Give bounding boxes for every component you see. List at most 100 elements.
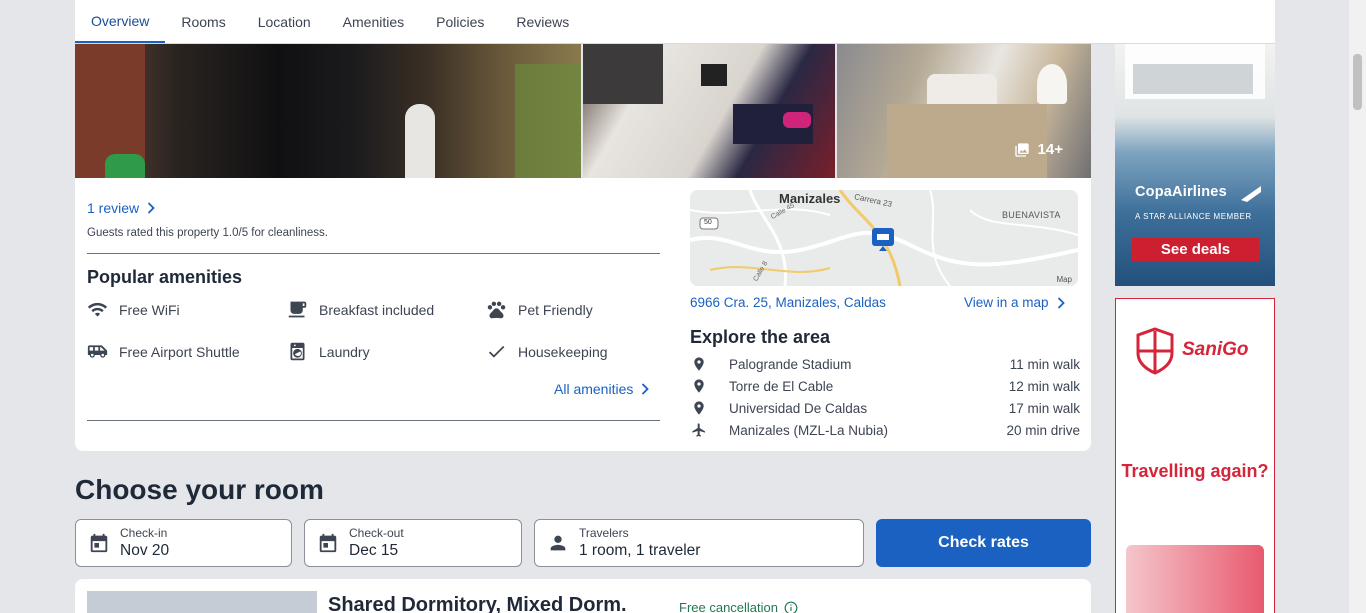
sanigo-product-image: [1126, 545, 1264, 613]
calendar-icon: [90, 533, 108, 553]
amenity-pets: Pet Friendly: [486, 299, 593, 320]
room-card: Shared Dormitory, Mixed Dorm. Free cance…: [75, 579, 1091, 613]
checkout-label: Check-out: [349, 526, 404, 540]
shuttle-icon: [87, 345, 108, 358]
poi-item: Universidad De Caldas 17 min walk: [690, 400, 1080, 416]
person-icon: [550, 535, 566, 551]
overview-card: 1 review Guests rated this property 1.0/…: [75, 178, 1091, 451]
checkout-value: Dec 15: [349, 542, 399, 559]
property-address[interactable]: 6966 Cra. 25, Manizales, Caldas: [690, 295, 886, 310]
tab-overview[interactable]: Overview: [75, 0, 166, 43]
location-pin-icon: [694, 401, 704, 415]
copa-sub: A STAR ALLIANCE MEMBER: [1135, 212, 1252, 221]
poi-distance: 12 min walk: [1008, 378, 1080, 394]
checkin-field[interactable]: Check-in Nov 20: [75, 519, 292, 567]
explore-title: Explore the area: [690, 327, 831, 347]
location-map[interactable]: Manizales Carrera 23 BUENAVISTA Calle 45…: [690, 190, 1078, 286]
free-cancellation-label: Free cancellation: [679, 600, 778, 613]
chevron-right-icon: [1057, 296, 1065, 309]
map-attribution: Map: [1056, 275, 1072, 284]
amenity-wifi: Free WiFi: [87, 299, 180, 320]
poi-name: Torre de El Cable: [729, 378, 834, 394]
amenity-label: Housekeeping: [518, 343, 608, 360]
reviews-link-label: 1 review: [87, 200, 140, 216]
travelers-field[interactable]: Travelers 1 room, 1 traveler: [534, 519, 864, 567]
tab-amenities[interactable]: Amenities: [327, 0, 420, 43]
poi-name: Manizales (MZL-La Nubia): [729, 422, 889, 438]
info-icon[interactable]: [784, 601, 798, 613]
tab-location[interactable]: Location: [242, 0, 327, 43]
checkout-field[interactable]: Check-out Dec 15: [304, 519, 522, 567]
amenity-breakfast: Breakfast included: [287, 299, 434, 320]
room-title: Shared Dormitory, Mixed Dorm.: [328, 594, 627, 613]
check-icon: [488, 345, 505, 358]
choose-room-title: Choose your room: [75, 474, 324, 505]
airplane-icon: [692, 423, 705, 437]
poi-item: Manizales (MZL-La Nubia) 20 min drive: [690, 422, 1080, 438]
copa-wing-icon: [1241, 186, 1261, 202]
all-amenities-label: All amenities: [554, 381, 634, 397]
photo-stack-icon: [1014, 142, 1029, 157]
amenity-laundry: Laundry: [287, 341, 370, 362]
coffee-icon: [288, 301, 307, 318]
poi-item: Torre de El Cable 12 min walk: [690, 378, 1080, 394]
gallery-photo-entrance[interactable]: [75, 44, 581, 178]
gallery-photo-room-bed[interactable]: [583, 44, 835, 178]
amenities-title: Popular amenities: [87, 267, 243, 287]
tab-bar: Overview Rooms Location Amenities Polici…: [75, 0, 1275, 44]
poi-name: Universidad De Caldas: [729, 400, 868, 416]
more-photos-button[interactable]: 14+: [1014, 141, 1063, 158]
free-cancellation: Free cancellation: [679, 600, 798, 613]
see-deals-button[interactable]: See deals: [1132, 238, 1259, 261]
travelers-value: 1 room, 1 traveler: [579, 542, 701, 559]
wifi-icon: [87, 302, 108, 317]
calendar-icon: [319, 533, 337, 553]
divider: [87, 420, 660, 421]
view-in-map-label: View in a map: [964, 295, 1049, 310]
amenity-housekeeping: Housekeeping: [486, 341, 608, 362]
tab-rooms[interactable]: Rooms: [165, 0, 241, 43]
poi-distance: 11 min walk: [1009, 356, 1080, 372]
check-rates-button[interactable]: Check rates: [876, 519, 1091, 567]
amenity-label: Laundry: [319, 343, 370, 360]
chevron-right-icon: [642, 383, 650, 395]
sanigo-ad[interactable]: SaniGo Travelling again?: [1115, 298, 1275, 613]
sanigo-shield-icon: [1136, 327, 1174, 375]
poi-distance: 17 min walk: [1008, 400, 1080, 416]
laundry-icon: [290, 342, 305, 361]
poi-distance: 20 min drive: [1006, 422, 1080, 438]
travelers-label: Travelers: [579, 526, 629, 540]
paw-icon: [487, 301, 506, 319]
copa-airlines-ad[interactable]: CopaAirlines A STAR ALLIANCE MEMBER See …: [1115, 44, 1275, 286]
amenity-label: Free WiFi: [119, 301, 180, 318]
chevron-right-icon: [148, 202, 155, 214]
amenity-label: Free Airport Shuttle: [119, 343, 240, 360]
photo-gallery: 14+: [75, 44, 1091, 178]
reviews-link[interactable]: 1 review: [87, 200, 155, 216]
map-route-badge: 50: [704, 219, 712, 226]
amenity-label: Pet Friendly: [518, 301, 593, 318]
amenity-label: Breakfast included: [319, 301, 435, 318]
checkin-label: Check-in: [120, 526, 168, 540]
view-in-map-link[interactable]: View in a map: [964, 295, 1065, 310]
location-pin-icon: [694, 357, 704, 371]
divider: [87, 253, 660, 254]
checkin-value: Nov 20: [120, 542, 170, 559]
poi-item: Palogrande Stadium 11 min walk: [690, 356, 1080, 372]
sanigo-brand: SaniGo: [1182, 339, 1249, 360]
poi-name: Palogrande Stadium: [729, 356, 852, 372]
room-photo[interactable]: [87, 591, 317, 613]
map-area-label: BUENAVISTA: [1002, 210, 1061, 220]
page-scrollbar[interactable]: [1349, 0, 1366, 613]
more-photos-count: 14+: [1037, 141, 1063, 158]
amenity-shuttle: Free Airport Shuttle: [87, 341, 240, 362]
cleanliness-note: Guests rated this property 1.0/5 for cle…: [87, 227, 328, 239]
all-amenities-link[interactable]: All amenities: [554, 381, 650, 397]
tab-policies[interactable]: Policies: [420, 0, 500, 43]
tab-reviews[interactable]: Reviews: [500, 0, 585, 43]
copa-brand: CopaAirlines: [1135, 184, 1227, 200]
location-pin-icon: [694, 379, 704, 393]
sanigo-slogan: Travelling again?: [1121, 461, 1269, 481]
scrollbar-thumb[interactable]: [1353, 54, 1362, 110]
gallery-photo-room-double[interactable]: 14+: [837, 44, 1091, 178]
